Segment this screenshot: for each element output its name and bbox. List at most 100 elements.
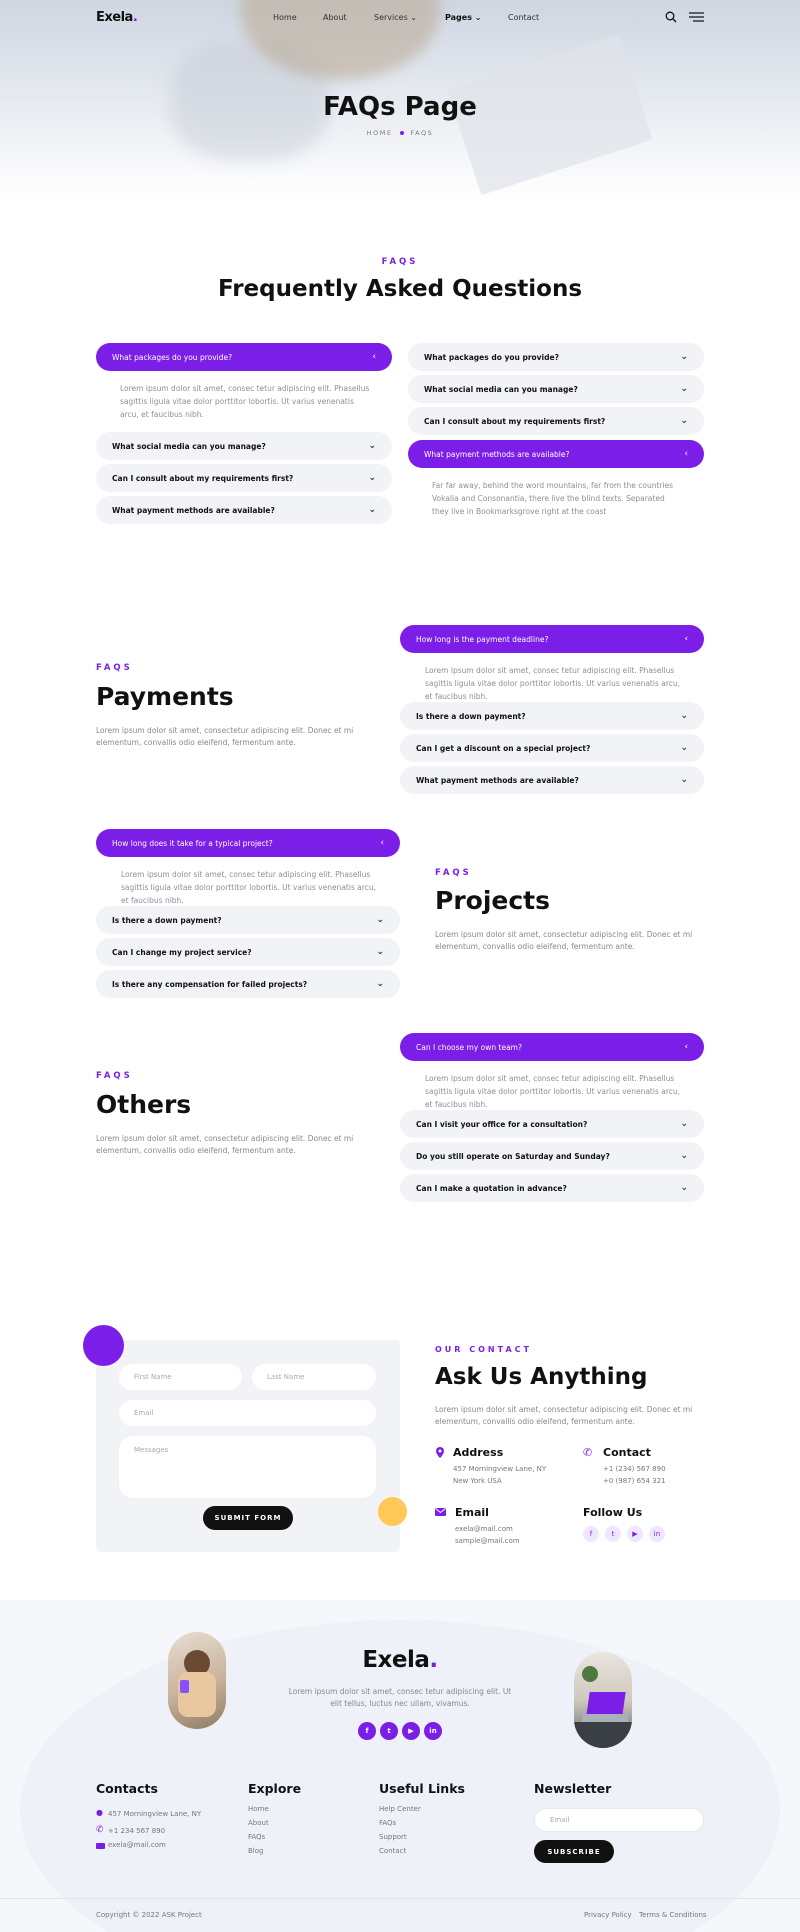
others-item[interactable]: Do you still operate on Saturday and Sun… <box>400 1142 704 1170</box>
subscribe-button[interactable]: SUBSCRIBE <box>534 1840 614 1863</box>
linkedin-icon[interactable]: in <box>649 1526 665 1542</box>
chevron-down-icon: ⌄ <box>376 915 384 925</box>
contact-text: Lorem ipsum dolor sit amet, consectetur … <box>435 1405 693 1426</box>
chevron-left-icon: ‹ <box>684 1042 688 1052</box>
faq-right-item[interactable]: What social media can you manage? ⌄ <box>408 375 704 403</box>
footer-contacts-title: Contacts <box>96 1781 158 1796</box>
twitter-icon[interactable]: t <box>605 1526 621 1542</box>
faq-right-answer: Far far away, behind the word mountains,… <box>432 481 674 516</box>
chevron-down-icon: ⌄ <box>680 352 688 362</box>
chevron-down-icon: ⌄ <box>368 505 376 515</box>
follow-us-label: Follow Us <box>583 1506 643 1519</box>
message-textarea[interactable]: Messages <box>119 1436 376 1498</box>
chevron-down-icon: ⌄ <box>376 979 384 989</box>
others-item[interactable]: Can I make a quotation in advance? ⌄ <box>400 1174 704 1202</box>
projects-item[interactable]: Can I change my project service? ⌄ <box>96 938 400 966</box>
faq-left-item[interactable]: What social media can you manage? ⌄ <box>96 432 392 460</box>
chevron-down-icon: ⌄ <box>474 13 482 22</box>
others-text: Lorem ipsum dolor sit amet, consectetur … <box>96 1134 354 1155</box>
phone-icon: ✆ <box>583 1446 593 1459</box>
youtube-icon[interactable]: ▶ <box>627 1526 643 1542</box>
footer-link-home[interactable]: Home <box>248 1805 269 1813</box>
nav-pages[interactable]: Pages ⌄ <box>445 13 481 22</box>
last-name-input[interactable]: Last Name <box>252 1364 376 1390</box>
faq-left-item[interactable]: What payment methods are available? ⌄ <box>96 496 392 524</box>
payments-item[interactable]: Is there a down payment? ⌄ <box>400 702 704 730</box>
footer-link-faqs[interactable]: FAQs <box>379 1819 396 1827</box>
contact-kicker: OUR CONTACT <box>435 1345 532 1354</box>
faq-right-item[interactable]: Can I consult about my requirements firs… <box>408 407 704 435</box>
address-label: Address <box>453 1446 504 1459</box>
breadcrumb-current: FAQS <box>410 129 434 137</box>
site-logo[interactable]: Exela. <box>96 10 138 25</box>
faq-left-item[interactable]: Can I consult about my requirements firs… <box>96 464 392 492</box>
terms-link[interactable]: Terms & Conditions <box>639 1911 707 1919</box>
footer-link-support[interactable]: Support <box>379 1833 407 1841</box>
others-title: Others <box>96 1090 192 1119</box>
faq-left-answer: Lorem ipsum dolor sit amet, consec tetur… <box>120 384 370 419</box>
phone-icon: ✆ <box>96 1825 104 1835</box>
mail-icon <box>435 1508 446 1516</box>
chevron-left-icon: ‹ <box>684 449 688 459</box>
footer-link-blog[interactable]: Blog <box>248 1847 263 1855</box>
footer-link-about[interactable]: About <box>248 1819 269 1827</box>
nav-services[interactable]: Services ⌄ <box>374 13 417 22</box>
address-line: 457 Morningview Lane, NY <box>453 1465 547 1473</box>
payments-item[interactable]: What payment methods are available? ⌄ <box>400 766 704 794</box>
menu-icon[interactable] <box>689 12 704 22</box>
footer-link-contact[interactable]: Contact <box>379 1847 406 1855</box>
footer-address: 457 Morningview Lane, NY <box>108 1810 202 1818</box>
footer-link-help[interactable]: Help Center <box>379 1805 421 1813</box>
faq-heading: Frequently Asked Questions <box>217 276 583 302</box>
youtube-icon[interactable]: ▶ <box>402 1722 420 1740</box>
chevron-left-icon: ‹ <box>380 838 384 848</box>
footer-logo[interactable]: Exela. <box>0 1647 800 1673</box>
email-input[interactable]: Email <box>119 1400 376 1426</box>
chevron-down-icon: ⌄ <box>410 13 417 22</box>
faq-left-item[interactable]: What packages do you provide? ‹ <box>96 343 392 371</box>
newsletter-email-input[interactable]: Email <box>534 1808 704 1832</box>
payments-item[interactable]: How long is the payment deadline? ‹ <box>400 625 704 653</box>
footer-divider <box>0 1898 800 1899</box>
projects-item[interactable]: Is there any compensation for failed pro… <box>96 970 400 998</box>
projects-title: Projects <box>435 886 551 915</box>
decor-circle-yellow <box>378 1497 407 1526</box>
payments-answer: Lorem ipsum dolor sit amet, consec tetur… <box>425 666 681 701</box>
projects-item[interactable]: How long does it take for a typical proj… <box>96 829 400 857</box>
payments-kicker: FAQS <box>96 663 133 673</box>
chevron-down-icon: ⌄ <box>680 743 688 753</box>
footer-email[interactable]: exela@mail.com <box>108 1841 166 1849</box>
search-icon[interactable] <box>665 11 677 23</box>
payments-item[interactable]: Can I get a discount on a special projec… <box>400 734 704 762</box>
breadcrumb-home[interactable]: HOME <box>367 129 393 137</box>
faq-right-item[interactable]: What packages do you provide? ⌄ <box>408 343 704 371</box>
footer-tagline: Lorem ipsum dolor sit amet, consec tetur… <box>288 1687 512 1708</box>
footer-phone[interactable]: +1 234 567 890 <box>108 1827 165 1835</box>
faq-kicker: FAQS <box>381 257 419 267</box>
linkedin-icon[interactable]: in <box>424 1722 442 1740</box>
twitter-icon[interactable]: t <box>380 1722 398 1740</box>
facebook-icon[interactable]: f <box>583 1526 599 1542</box>
submit-form-button[interactable]: SUBMIT FORM <box>203 1506 293 1530</box>
facebook-icon[interactable]: f <box>358 1722 376 1740</box>
phone-line: +0 (987) 654 321 <box>603 1477 666 1485</box>
nav-about[interactable]: About <box>323 13 347 22</box>
privacy-policy-link[interactable]: Privacy Policy <box>584 1911 632 1919</box>
nav-home[interactable]: Home <box>273 13 297 22</box>
payments-text: Lorem ipsum dolor sit amet, consectetur … <box>96 726 354 747</box>
faq-right-item[interactable]: What payment methods are available? ‹ <box>408 440 704 468</box>
chevron-down-icon: ⌄ <box>368 473 376 483</box>
copyright: Copyright © 2022 ASK Project <box>96 1911 202 1919</box>
chevron-down-icon: ⌄ <box>680 1119 688 1129</box>
projects-text: Lorem ipsum dolor sit amet, consectetur … <box>435 930 693 951</box>
first-name-input[interactable]: First Name <box>119 1364 242 1390</box>
projects-answer: Lorem ipsum dolor sit amet, consec tetur… <box>121 870 377 905</box>
others-item[interactable]: Can I choose my own team? ‹ <box>400 1033 704 1061</box>
nav-contact[interactable]: Contact <box>508 13 539 22</box>
email-label: Email <box>455 1506 489 1519</box>
projects-item[interactable]: Is there a down payment? ⌄ <box>96 906 400 934</box>
chevron-down-icon: ⌄ <box>680 775 688 785</box>
footer-link-faqs[interactable]: FAQs <box>248 1833 265 1841</box>
others-answer: Lorem ipsum dolor sit amet, consec tetur… <box>425 1074 681 1109</box>
others-item[interactable]: Can I visit your office for a consultati… <box>400 1110 704 1138</box>
